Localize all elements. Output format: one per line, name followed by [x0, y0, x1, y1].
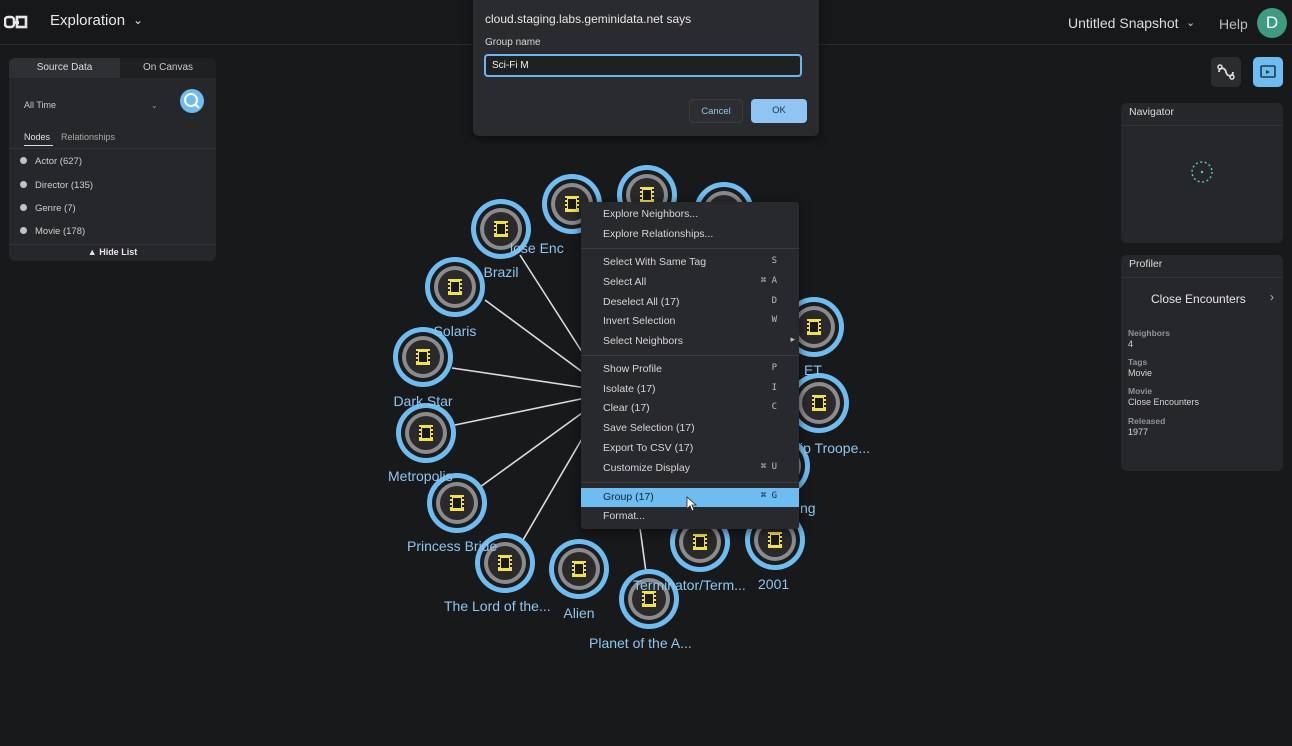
divider: [1121, 125, 1283, 126]
menu-item-isolate[interactable]: Isolate (17) I: [581, 380, 799, 399]
tab-relationships[interactable]: Relationships: [61, 132, 115, 142]
node-label: ET: [804, 362, 822, 378]
node-label: The Lord of the...: [444, 598, 551, 614]
node-label: ng: [800, 500, 816, 516]
menu-divider: [581, 482, 799, 483]
divider: [1121, 277, 1283, 278]
node-type-dot-icon: [20, 180, 27, 188]
link-icon: [1217, 64, 1235, 80]
field-label: Movie: [1128, 386, 1153, 396]
field-label: Neighbors: [1128, 328, 1171, 338]
ok-button[interactable]: OK: [751, 99, 807, 123]
node-label: Terminator/Term...: [633, 577, 746, 593]
list-item[interactable]: Actor (627): [20, 155, 82, 169]
field-value: 1977: [1128, 427, 1149, 437]
navigator-panel: Navigator: [1121, 103, 1283, 243]
menu-item-export-csv[interactable]: Export To CSV (17): [581, 439, 799, 458]
menu-item-explore-relationships[interactable]: Explore Relationships...: [581, 225, 799, 244]
group-name-input[interactable]: [484, 54, 802, 77]
dialog-title: cloud.staging.labs.geminidata.net says: [485, 12, 692, 26]
node-type-dot-icon: [20, 203, 27, 211]
profiler-panel: Profiler Close Encounters › Neighbors 4 …: [1121, 255, 1283, 471]
field-value: 4: [1128, 339, 1134, 349]
search-button[interactable]: [180, 89, 204, 113]
cancel-button[interactable]: Cancel: [689, 99, 743, 123]
menu-divider: [581, 248, 799, 249]
chevron-down-icon[interactable]: ⌄: [151, 101, 158, 110]
node-label: Alien: [563, 605, 594, 621]
active-tab-underline: [24, 145, 53, 146]
field-value: Close Encounters: [1128, 397, 1200, 407]
node-label: Brazil: [483, 264, 518, 280]
movie-node-metropolis[interactable]: [396, 403, 456, 463]
chevron-right-icon: ▸: [790, 334, 795, 344]
list-item[interactable]: Genre (7): [20, 202, 76, 216]
node-type-dot-icon: [20, 226, 27, 234]
node-label: Dark Star: [393, 393, 452, 409]
menu-item-select-same-tag[interactable]: Select With Same Tag S: [581, 253, 799, 272]
list-item[interactable]: Director (135): [20, 179, 93, 193]
node-type-dot-icon: [20, 156, 27, 164]
node-label: 2001: [758, 576, 789, 592]
menu-item-customize-display[interactable]: Customize Display ⌘ U: [581, 459, 799, 478]
node-label: ip Troope...: [800, 440, 870, 456]
panel-title: Navigator: [1129, 106, 1174, 118]
source-data-panel: Source Data On Canvas All Time ⌄ Nodes R…: [9, 58, 216, 261]
chevron-right-icon[interactable]: ›: [1270, 290, 1274, 304]
mouse-cursor-icon: [686, 496, 698, 512]
group-name-dialog: cloud.staging.labs.geminidata.net says G…: [473, 0, 819, 136]
menu-item-invert-selection[interactable]: Invert Selection W: [581, 312, 799, 331]
dialog-field-label: Group name: [485, 37, 541, 48]
profile-name: Close Encounters: [1151, 292, 1246, 306]
list-item[interactable]: Movie (178): [20, 225, 85, 239]
menu-item-select-all[interactable]: Select All ⌘ A: [581, 273, 799, 292]
divider: [9, 148, 216, 149]
menu-divider: [581, 355, 799, 356]
tab-source-data[interactable]: Source Data: [9, 58, 120, 78]
presentation-button[interactable]: [1253, 57, 1283, 87]
menu-item-show-profile[interactable]: Show Profile P: [581, 360, 799, 379]
field-value: Movie: [1128, 368, 1153, 378]
field-label: Tags: [1128, 357, 1148, 367]
node-label: Metropolis: [388, 468, 453, 484]
node-label: lose Enc: [510, 240, 564, 256]
node-label: Planet of the A...: [589, 635, 692, 651]
field-label: Released: [1128, 416, 1166, 426]
panel-title: Profiler: [1129, 258, 1163, 270]
context-menu: Explore Neighbors... Explore Relationshi…: [581, 202, 799, 529]
menu-item-deselect-all[interactable]: Deselect All (17) D: [581, 293, 799, 312]
menu-item-save-selection[interactable]: Save Selection (17): [581, 419, 799, 438]
node-label: Princess Bride: [407, 538, 497, 554]
menu-item-select-neighbors[interactable]: Select Neighbors ▸: [581, 332, 799, 351]
search-icon: [184, 93, 200, 109]
tab-on-canvas[interactable]: On Canvas: [120, 58, 216, 78]
presentation-icon: [1260, 65, 1276, 78]
movie-node-alien[interactable]: [549, 539, 609, 599]
link-tool-button[interactable]: [1211, 57, 1241, 87]
menu-item-clear[interactable]: Clear (17) C: [581, 399, 799, 418]
hide-list-button[interactable]: ▲ Hide List: [9, 244, 216, 257]
time-filter-select[interactable]: All Time: [24, 100, 56, 110]
menu-item-explore-neighbors[interactable]: Explore Neighbors...: [581, 205, 799, 224]
node-label: Solaris: [434, 323, 477, 339]
movie-node-solaris[interactable]: [425, 257, 485, 317]
minimap-viewport-icon[interactable]: [1189, 159, 1215, 185]
tab-nodes[interactable]: Nodes: [24, 132, 50, 142]
